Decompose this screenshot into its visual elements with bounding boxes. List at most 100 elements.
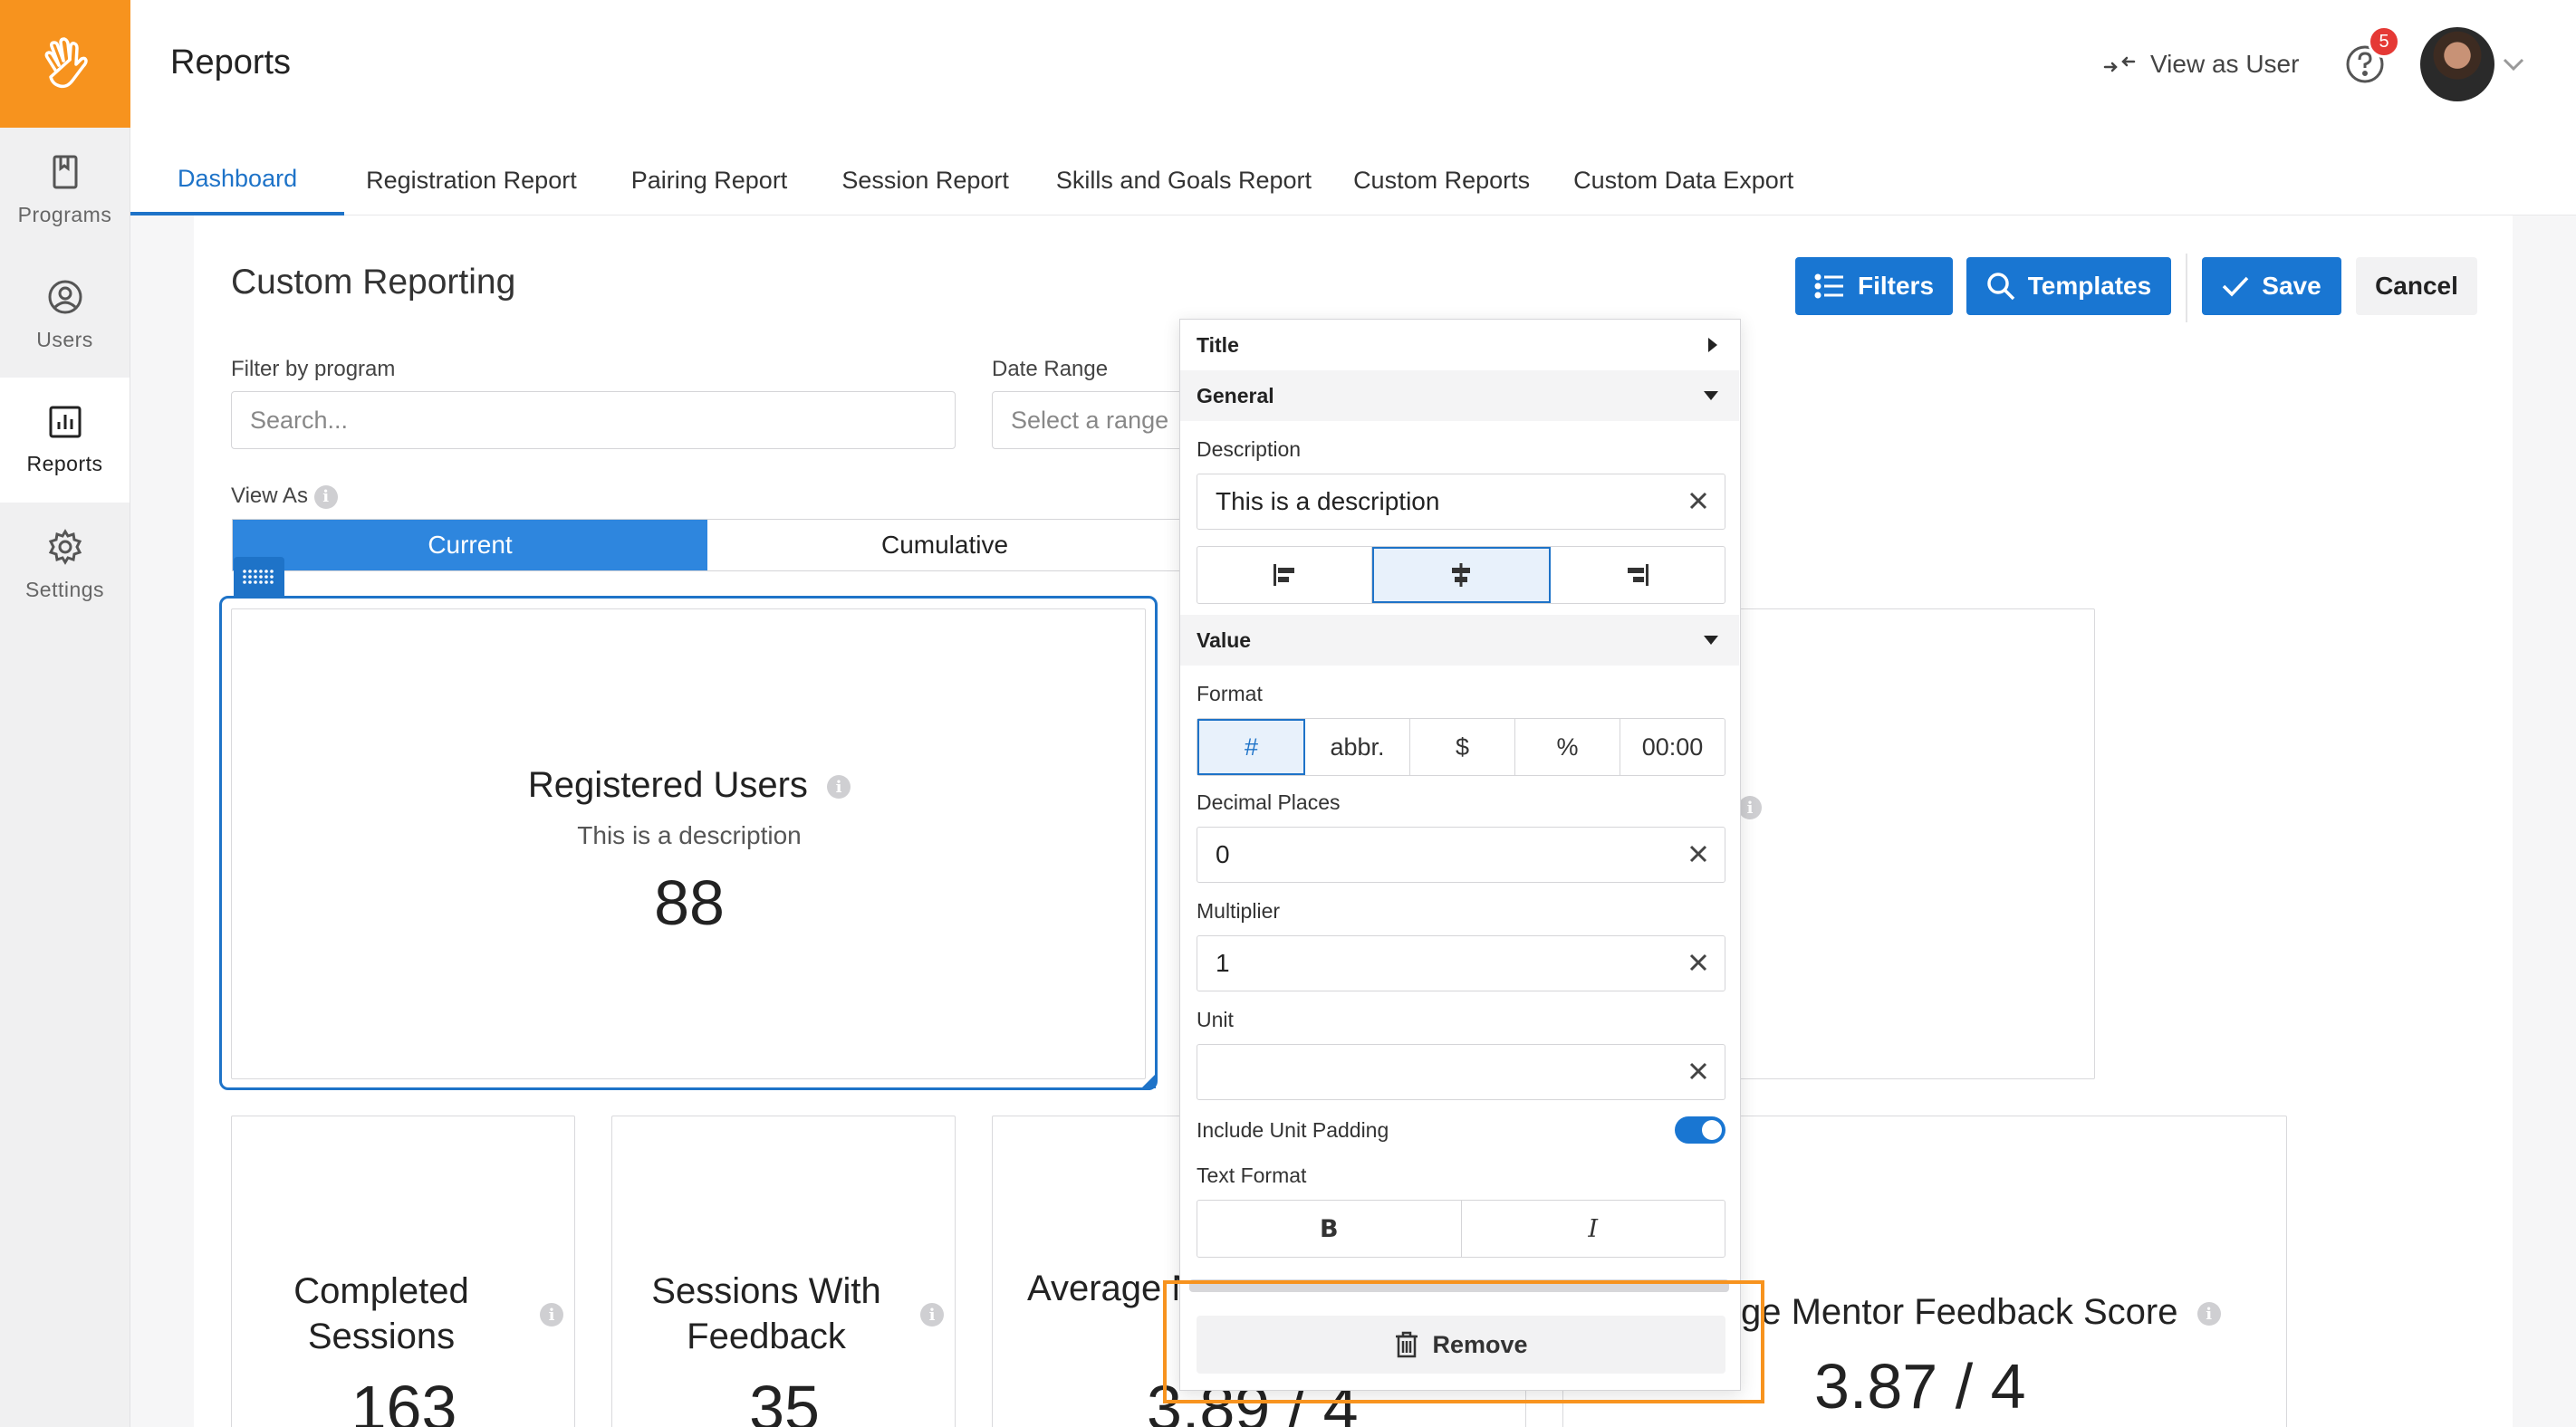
widget-title: Sessions With Feedback (612, 1269, 920, 1359)
hidden-widget[interactable]: i (1703, 608, 2095, 1079)
align-center-button[interactable] (1372, 547, 1551, 603)
section-title-label: Title (1197, 332, 1239, 357)
format-group: # abbr. $ % 00:00 (1197, 718, 1725, 776)
cancel-button[interactable]: Cancel (2356, 257, 2477, 315)
close-icon[interactable] (1685, 840, 1712, 867)
tab-session-report[interactable]: Session Report (814, 145, 1036, 215)
format-percent-button[interactable]: % (1515, 719, 1620, 775)
unit-label: Unit (1197, 1008, 1234, 1031)
search-placeholder: Search... (250, 406, 349, 434)
widget-title-text: Registered Users (527, 765, 808, 805)
multiplier-input[interactable]: 1 (1197, 935, 1725, 991)
widget-title-text: ge Mentor Feedback Score (1741, 1292, 2178, 1332)
templates-button[interactable]: Templates (1966, 257, 2171, 315)
align-left-icon (1274, 564, 1295, 586)
info-icon: i (1738, 796, 1762, 819)
multiplier-label: Multiplier (1197, 899, 1281, 923)
gear-icon (48, 528, 82, 565)
app-logo[interactable] (0, 0, 130, 128)
view-as-user-button[interactable]: View as User (2103, 50, 2299, 79)
sidebar-item-label: Settings (24, 577, 105, 601)
info-icon: i (827, 775, 851, 800)
tab-custom-data-export[interactable]: Custom Data Export (1552, 145, 1815, 215)
include-unit-padding-toggle[interactable] (1675, 1116, 1725, 1144)
tab-custom-reports[interactable]: Custom Reports (1331, 145, 1552, 215)
swap-arrows-icon (2103, 56, 2136, 72)
bar-chart-icon (49, 406, 81, 437)
view-as-current[interactable]: Current (233, 520, 707, 570)
registered-users-widget[interactable]: Registered Users i This is a description… (231, 608, 1146, 1079)
save-label: Save (2262, 272, 2321, 300)
caret-down-icon (1704, 391, 1718, 400)
save-button[interactable]: Save (2202, 257, 2341, 315)
sidebar-item-users[interactable]: Users (0, 253, 130, 378)
sidebar: Programs Users Reports Settings (0, 0, 130, 1427)
section-general[interactable]: General (1180, 370, 1739, 421)
sidebar-item-settings[interactable]: Settings (0, 503, 130, 627)
resize-handle-icon[interactable] (1141, 1074, 1156, 1088)
align-left-button[interactable] (1197, 547, 1373, 603)
completed-sessions-widget[interactable]: Completed Sessions i 163 (231, 1116, 575, 1427)
tab-skills-goals-report[interactable]: Skills and Goals Report (1036, 145, 1331, 215)
format-number-button[interactable]: # (1197, 719, 1305, 775)
tab-dashboard[interactable]: Dashboard (130, 145, 345, 215)
close-icon[interactable] (1685, 949, 1712, 976)
info-icon: i (2196, 1302, 2221, 1326)
info-icon: i (313, 484, 338, 509)
tab-registration-report[interactable]: Registration Report (344, 145, 604, 215)
format-abbr-button[interactable]: abbr. (1305, 719, 1410, 775)
program-search-input[interactable]: Search... (231, 391, 956, 449)
view-as-text: View As (231, 484, 308, 508)
format-time-button[interactable]: 00:00 (1620, 719, 1725, 775)
page-title: Custom Reporting (231, 263, 516, 302)
date-range-input[interactable]: Select a range (992, 391, 1191, 449)
caret-right-icon (1708, 338, 1717, 352)
sidebar-item-label: Reports (26, 451, 103, 475)
widget-value: 163 (351, 1373, 457, 1427)
sessions-with-feedback-widget[interactable]: Sessions With Feedback i 35 (611, 1116, 956, 1427)
section-value[interactable]: Value (1180, 615, 1739, 666)
decimal-places-input[interactable]: 0 (1197, 827, 1725, 883)
section-title[interactable]: Title (1180, 320, 1739, 370)
description-input[interactable]: This is a description (1197, 474, 1725, 530)
chevron-down-icon[interactable] (2502, 56, 2525, 72)
widget-title: Registered Users i (232, 765, 1147, 806)
widget-value: 3.87 / 4 (1814, 1351, 2026, 1422)
widget-value: 35 (749, 1373, 820, 1427)
user-circle-icon (48, 280, 82, 313)
drag-handle[interactable] (234, 557, 284, 597)
widget-title: ge Mentor Feedback Score i (1741, 1292, 2221, 1333)
filters-button[interactable]: Filters (1795, 257, 1953, 315)
bold-button[interactable]: B (1197, 1201, 1462, 1257)
italic-button[interactable]: I (1462, 1201, 1725, 1257)
sidebar-item-label: Programs (17, 202, 112, 226)
close-icon[interactable] (1685, 487, 1712, 514)
align-center-icon (1452, 563, 1471, 587)
sidebar-item-label: Users (36, 327, 93, 351)
close-icon[interactable] (1685, 1058, 1712, 1085)
filters-label: Filters (1857, 272, 1935, 300)
format-label: Format (1197, 682, 1263, 705)
description-value: This is a description (1216, 487, 1440, 515)
widget-title-line: Feedback (687, 1317, 846, 1356)
sidebar-item-reports[interactable]: Reports (0, 378, 130, 503)
avatar[interactable] (2420, 27, 2494, 101)
alignment-group (1197, 546, 1725, 604)
widget-value: 88 (654, 867, 725, 938)
view-as-user-label: View as User (2150, 50, 2300, 78)
sidebar-item-programs[interactable]: Programs (0, 128, 130, 253)
templates-label: Templates (2027, 272, 2152, 300)
view-as-cumulative[interactable]: Cumulative (707, 520, 1182, 570)
widget-title: Completed Sessions (232, 1269, 531, 1359)
widget-title-line: Sessions With (651, 1271, 881, 1311)
align-right-icon (1627, 564, 1648, 586)
format-currency-button[interactable]: $ (1410, 719, 1515, 775)
book-icon (53, 155, 77, 188)
tab-pairing-report[interactable]: Pairing Report (604, 145, 815, 215)
search-icon (1987, 273, 2015, 301)
unit-input[interactable] (1197, 1044, 1725, 1100)
date-range-label: Date Range (992, 357, 1109, 381)
align-right-button[interactable] (1551, 547, 1725, 603)
notification-badge: 5 (2368, 25, 2400, 58)
list-icon (1814, 273, 1843, 299)
